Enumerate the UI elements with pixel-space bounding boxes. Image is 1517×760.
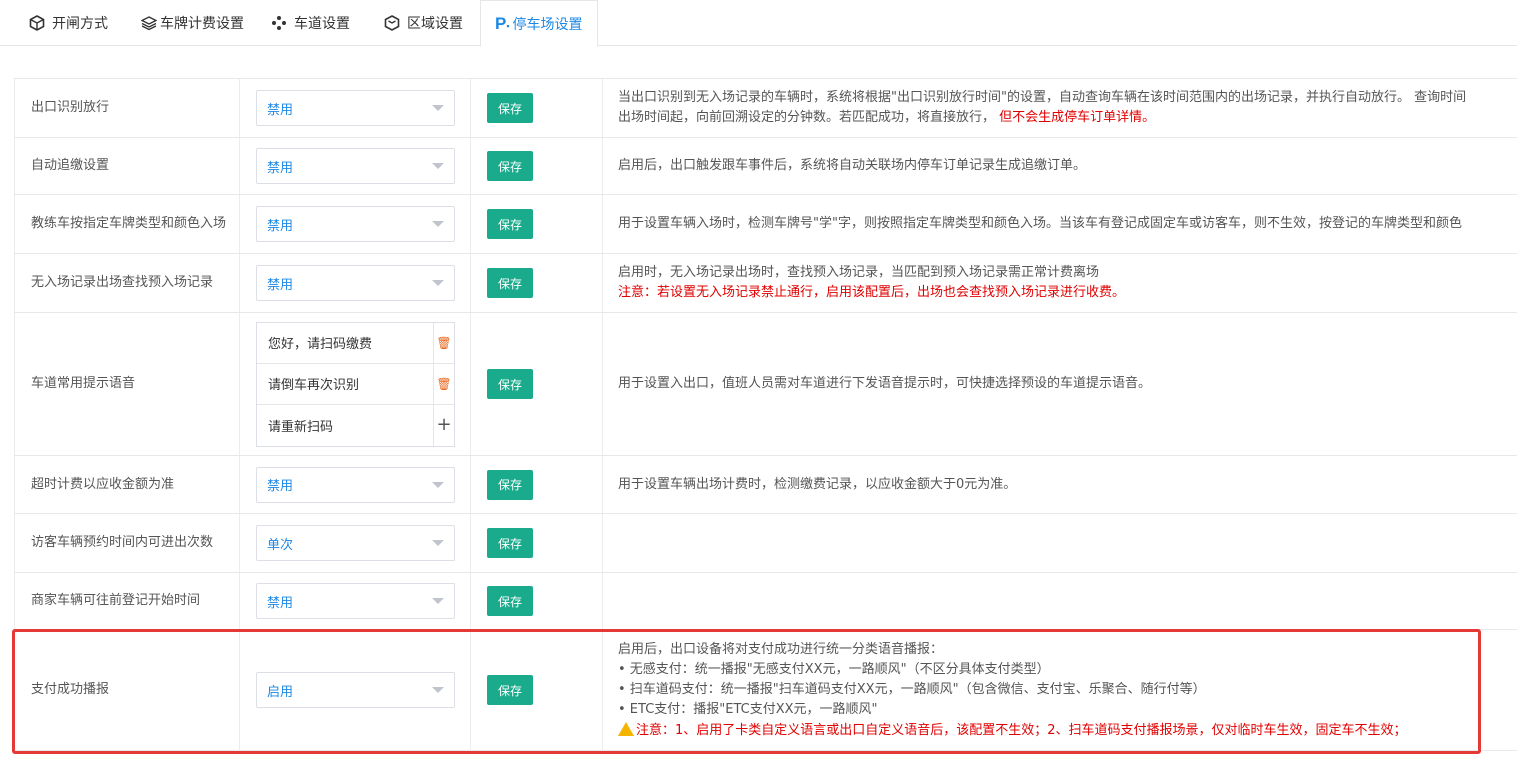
chevron-down-icon xyxy=(432,687,444,693)
table-row: 车道常用提示语音 您好，请扫码缴费 🗑 请倒车再次识别 🗑 请重新扫码 + 保存… xyxy=(14,312,1517,455)
tab-label: 车牌计费设置 xyxy=(160,16,244,32)
setting-select[interactable]: 单次 xyxy=(256,525,455,561)
setting-name: 出口识别放行 xyxy=(14,79,239,137)
setting-select[interactable]: 禁用 xyxy=(256,90,455,126)
table-row: 教练车按指定车牌类型和颜色入场 禁用 保存 用于设置车辆入场时，检测车牌号"学"… xyxy=(14,194,1517,253)
setting-select[interactable]: 禁用 xyxy=(256,265,455,301)
setting-name: 访客车辆预约时间内可进出次数 xyxy=(14,514,239,572)
tab-area[interactable]: 区域设置 xyxy=(383,0,463,46)
chevron-down-icon xyxy=(432,163,444,169)
tab-lane[interactable]: 车道设置 xyxy=(270,0,350,46)
tab-bar: 开闸方式 车牌计费设置 车道设置 区域设置 P▪ 停车场设置 xyxy=(0,0,1517,47)
tab-plate-billing[interactable]: 车牌计费设置 xyxy=(140,0,244,46)
chevron-down-icon xyxy=(432,105,444,111)
table-row: 支付成功播报 启用 保存 启用后，出口设备将对支付成功进行统一分类语音播报： •… xyxy=(14,629,1517,751)
save-button[interactable]: 保存 xyxy=(487,528,533,558)
voice-list: 您好，请扫码缴费 🗑 请倒车再次识别 🗑 请重新扫码 + xyxy=(256,321,455,447)
save-button[interactable]: 保存 xyxy=(487,209,533,239)
save-button[interactable]: 保存 xyxy=(487,469,533,500)
tab-parking-lot[interactable]: P▪ 停车场设置 xyxy=(480,0,598,47)
voice-item[interactable]: 请倒车再次识别 🗑 xyxy=(257,363,454,405)
table-row: 超时计费以应收金额为准 禁用 保存 用于设置车辆出场计费时，检测缴费记录，以应收… xyxy=(14,455,1517,513)
setting-description: 启用后，出口触发跟车事件后，系统将自动关联场内停车订单记录生成追缴订单。 xyxy=(618,158,1087,173)
voice-item[interactable]: 请重新扫码 + xyxy=(257,404,454,446)
setting-description: 启用时，无入场记录出场时，查找预入场记录，当匹配到预入场记录需正常计费离场 注意… xyxy=(618,265,1126,300)
save-button[interactable]: 保存 xyxy=(487,151,533,181)
table-row: 无入场记录出场查找预入场记录 禁用 保存 启用时，无入场记录出场时，查找预入场记… xyxy=(14,253,1517,312)
chevron-down-icon xyxy=(432,540,444,546)
setting-name: 超时计费以应收金额为准 xyxy=(14,456,239,513)
setting-name: 车道常用提示语音 xyxy=(14,313,239,455)
setting-select[interactable]: 启用 xyxy=(256,672,455,708)
table-row: 商家车辆可往前登记开始时间 禁用 保存 xyxy=(14,572,1517,629)
tab-gate-mode[interactable]: 开闸方式 xyxy=(28,0,108,46)
cube-icon xyxy=(28,14,46,32)
box-icon xyxy=(383,14,401,32)
setting-description: 当出口识别到无入场记录的车辆时，系统将根据"出口识别放行时间"的设置，自动查询车… xyxy=(618,90,1467,125)
setting-name: 教练车按指定车牌类型和颜色入场 xyxy=(14,195,239,253)
save-button[interactable]: 保存 xyxy=(487,93,533,123)
table-row: 自动追缴设置 禁用 保存 启用后，出口触发跟车事件后，系统将自动关联场内停车订单… xyxy=(14,137,1517,194)
parking-icon: P▪ xyxy=(495,13,510,33)
tab-label: 开闸方式 xyxy=(52,16,108,32)
save-button[interactable]: 保存 xyxy=(487,675,533,705)
trash-icon: 🗑 xyxy=(436,335,452,350)
table-row: 访客车辆预约时间内可进出次数 单次 保存 xyxy=(14,513,1517,572)
add-voice-button[interactable]: + xyxy=(433,404,454,446)
plus-icon: + xyxy=(436,414,452,435)
setting-name: 支付成功播报 xyxy=(14,630,239,750)
setting-description: 用于设置车辆入场时，检测车牌号"学"字，则按照指定车牌类型和颜色入场。当该车有登… xyxy=(618,216,1462,231)
lane-icon xyxy=(270,14,288,32)
tab-label: 停车场设置 xyxy=(512,16,583,33)
delete-voice-button[interactable]: 🗑 xyxy=(433,363,454,404)
trash-icon: 🗑 xyxy=(436,376,452,391)
setting-name: 无入场记录出场查找预入场记录 xyxy=(14,254,239,312)
setting-name: 自动追缴设置 xyxy=(14,138,239,194)
voice-item[interactable]: 您好，请扫码缴费 🗑 xyxy=(257,322,454,364)
tab-label: 区域设置 xyxy=(407,16,463,32)
layers-icon xyxy=(140,14,158,32)
setting-select[interactable]: 禁用 xyxy=(256,466,455,503)
tab-label: 车道设置 xyxy=(294,16,350,32)
setting-description: 启用后，出口设备将对支付成功进行统一分类语音播报： • 无感支付：统一播报"无感… xyxy=(618,641,1407,738)
save-button[interactable]: 保存 xyxy=(487,268,533,298)
setting-select[interactable]: 禁用 xyxy=(256,148,455,184)
setting-select[interactable]: 禁用 xyxy=(256,583,455,619)
chevron-down-icon xyxy=(432,481,444,488)
table-row: 出口识别放行 禁用 保存 当出口识别到无入场记录的车辆时，系统将根据"出口识别放… xyxy=(14,78,1517,137)
delete-voice-button[interactable]: 🗑 xyxy=(433,322,454,363)
warning-icon xyxy=(618,721,634,736)
setting-select[interactable]: 禁用 xyxy=(256,206,455,242)
chevron-down-icon xyxy=(432,598,444,604)
setting-description: 用于设置车辆出场计费时，检测缴费记录，以应收金额大于0元为准。 xyxy=(618,476,1017,492)
save-button[interactable]: 保存 xyxy=(487,586,533,616)
chevron-down-icon xyxy=(432,280,444,286)
setting-description: 用于设置入出口，值班人员需对车道进行下发语音提示时，可快捷选择预设的车道提示语音… xyxy=(618,376,1152,391)
chevron-down-icon xyxy=(432,221,444,227)
setting-name: 商家车辆可往前登记开始时间 xyxy=(14,573,239,629)
save-button[interactable]: 保存 xyxy=(487,369,533,399)
